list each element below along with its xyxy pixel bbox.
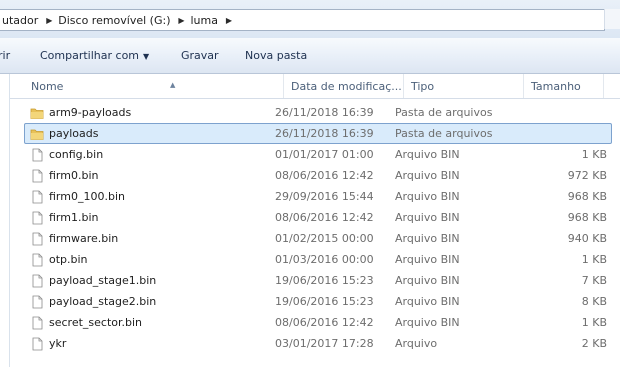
file-date: 26/11/2018 16:39 <box>275 127 374 140</box>
file-type: Pasta de arquivos <box>395 127 493 140</box>
file-size: 972 KB <box>567 169 607 182</box>
file-row[interactable]: firm0_100.bin 29/09/2016 15:44 Arquivo BIN… <box>24 186 612 207</box>
new-folder-button[interactable]: Nova pasta <box>245 49 307 62</box>
file-size: 8 KB <box>581 295 607 308</box>
file-icon <box>30 169 44 183</box>
file-type: Arquivo BIN <box>395 211 460 224</box>
breadcrumb-chevron-icon[interactable] <box>175 16 189 25</box>
file-type: Arquivo BIN <box>395 148 460 161</box>
address-bar: utador Disco removível (G:) luma <box>0 0 620 38</box>
file-date: 08/06/2016 12:42 <box>275 169 374 182</box>
file-icon <box>30 337 44 351</box>
burn-button[interactable]: Gravar <box>181 49 219 62</box>
file-name: payload_stage1.bin <box>49 274 157 287</box>
file-type: Arquivo BIN <box>395 253 460 266</box>
address-dropdown-button[interactable] <box>604 9 620 29</box>
breadcrumb-chevron-icon[interactable] <box>222 16 236 25</box>
file-date: 19/06/2016 15:23 <box>275 295 374 308</box>
file-name: secret_sector.bin <box>49 316 143 329</box>
file-date: 08/06/2016 12:42 <box>275 211 374 224</box>
file-row[interactable]: payload_stage1.bin 19/06/2016 15:23 Arquiv… <box>24 270 612 291</box>
file-size: 1 KB <box>581 253 607 266</box>
file-size: 968 KB <box>567 211 607 224</box>
file-type: Arquivo BIN <box>395 190 460 203</box>
column-header-name-label: Nome <box>31 80 64 93</box>
file-row[interactable]: secret_sector.bin 08/06/2016 12:42 Arquivo… <box>24 312 612 333</box>
column-header-type[interactable]: Tipo <box>404 74 524 98</box>
breadcrumb[interactable]: utador Disco removível (G:) luma <box>0 9 605 31</box>
file-size: 1 KB <box>581 148 607 161</box>
file-type: Pasta de arquivos <box>395 106 493 119</box>
file-date: 01/02/2015 00:00 <box>275 232 374 245</box>
file-icon <box>30 190 44 204</box>
file-date: 01/01/2017 01:00 <box>275 148 374 161</box>
file-type: Arquivo BIN <box>395 295 460 308</box>
file-name: otp.bin <box>49 253 88 266</box>
file-size: 968 KB <box>567 190 607 203</box>
file-row[interactable]: payloads 26/11/2018 16:39 Pasta de arquivo… <box>24 123 612 144</box>
file-date: 01/03/2016 00:00 <box>275 253 374 266</box>
file-icon <box>30 148 44 162</box>
organize-button[interactable]: rir <box>0 49 10 62</box>
file-type: Arquivo BIN <box>395 232 460 245</box>
file-row[interactable]: ykr 03/01/2017 17:28 Arquivo 2 KB <box>24 333 612 354</box>
file-name: config.bin <box>49 148 104 161</box>
file-name: arm9-payloads <box>49 106 132 119</box>
file-icon <box>30 316 44 330</box>
file-icon <box>30 253 44 267</box>
file-row[interactable]: otp.bin 01/03/2016 00:00 Arquivo BIN 1 KB <box>24 249 612 270</box>
file-date: 26/11/2018 16:39 <box>275 106 374 119</box>
file-date: 29/09/2016 15:44 <box>275 190 374 203</box>
folder-icon <box>30 127 44 141</box>
file-date: 03/01/2017 17:28 <box>275 337 374 350</box>
share-with-button[interactable]: Compartilhar com ▼ <box>40 49 149 62</box>
column-header-date[interactable]: Data de modificaç... <box>284 74 404 98</box>
file-list: arm9-payloads 26/11/2018 16:39 Pasta de ar… <box>10 102 620 354</box>
chevron-down-icon: ▼ <box>143 52 150 61</box>
file-date: 19/06/2016 15:23 <box>275 274 374 287</box>
file-size: 7 KB <box>581 274 607 287</box>
folder-icon <box>30 106 44 120</box>
file-row[interactable]: firm1.bin 08/06/2016 12:42 Arquivo BIN 968 … <box>24 207 612 228</box>
file-row[interactable]: config.bin 01/01/2017 01:00 Arquivo BIN 1 K… <box>24 144 612 165</box>
file-name: firm0_100.bin <box>49 190 125 203</box>
file-name: firmware.bin <box>49 232 119 245</box>
file-type: Arquivo <box>395 337 438 350</box>
file-icon <box>30 274 44 288</box>
file-icon <box>30 211 44 225</box>
breadcrumb-item-drive[interactable]: Disco removível (G:) <box>56 14 174 27</box>
file-name: firm1.bin <box>49 211 99 224</box>
file-name: firm0.bin <box>49 169 99 182</box>
file-row[interactable]: firmware.bin 01/02/2015 00:00 Arquivo BIN 9… <box>24 228 612 249</box>
file-name: payloads <box>49 127 99 140</box>
column-header-row: Nome ▲ Data de modificaç... Tipo Tamanho <box>10 74 620 99</box>
file-row[interactable]: firm0.bin 08/06/2016 12:42 Arquivo BIN 972 … <box>24 165 612 186</box>
file-name: ykr <box>49 337 67 350</box>
file-size: 940 KB <box>567 232 607 245</box>
share-with-label: Compartilhar com <box>40 49 140 62</box>
file-type: Arquivo BIN <box>395 316 460 329</box>
file-size: 2 KB <box>581 337 607 350</box>
sort-ascending-icon: ▲ <box>170 81 176 89</box>
navigation-pane[interactable] <box>0 74 10 367</box>
breadcrumb-chevron-icon[interactable] <box>42 16 56 25</box>
file-icon <box>30 295 44 309</box>
breadcrumb-item-folder[interactable]: luma <box>189 14 222 27</box>
file-date: 08/06/2016 12:42 <box>275 316 374 329</box>
file-name: payload_stage2.bin <box>49 295 157 308</box>
file-row[interactable]: payload_stage2.bin 19/06/2016 15:23 Arquiv… <box>24 291 612 312</box>
command-bar: rir Compartilhar com ▼ Gravar Nova pasta <box>0 38 620 74</box>
file-row[interactable]: arm9-payloads 26/11/2018 16:39 Pasta de ar… <box>24 102 612 123</box>
column-header-size[interactable]: Tamanho <box>524 74 604 98</box>
column-header-name[interactable]: Nome ▲ <box>24 74 284 98</box>
file-type: Arquivo BIN <box>395 274 460 287</box>
file-icon <box>30 232 44 246</box>
file-type: Arquivo BIN <box>395 169 460 182</box>
breadcrumb-item-computer[interactable]: utador <box>0 14 42 27</box>
file-size: 1 KB <box>581 316 607 329</box>
